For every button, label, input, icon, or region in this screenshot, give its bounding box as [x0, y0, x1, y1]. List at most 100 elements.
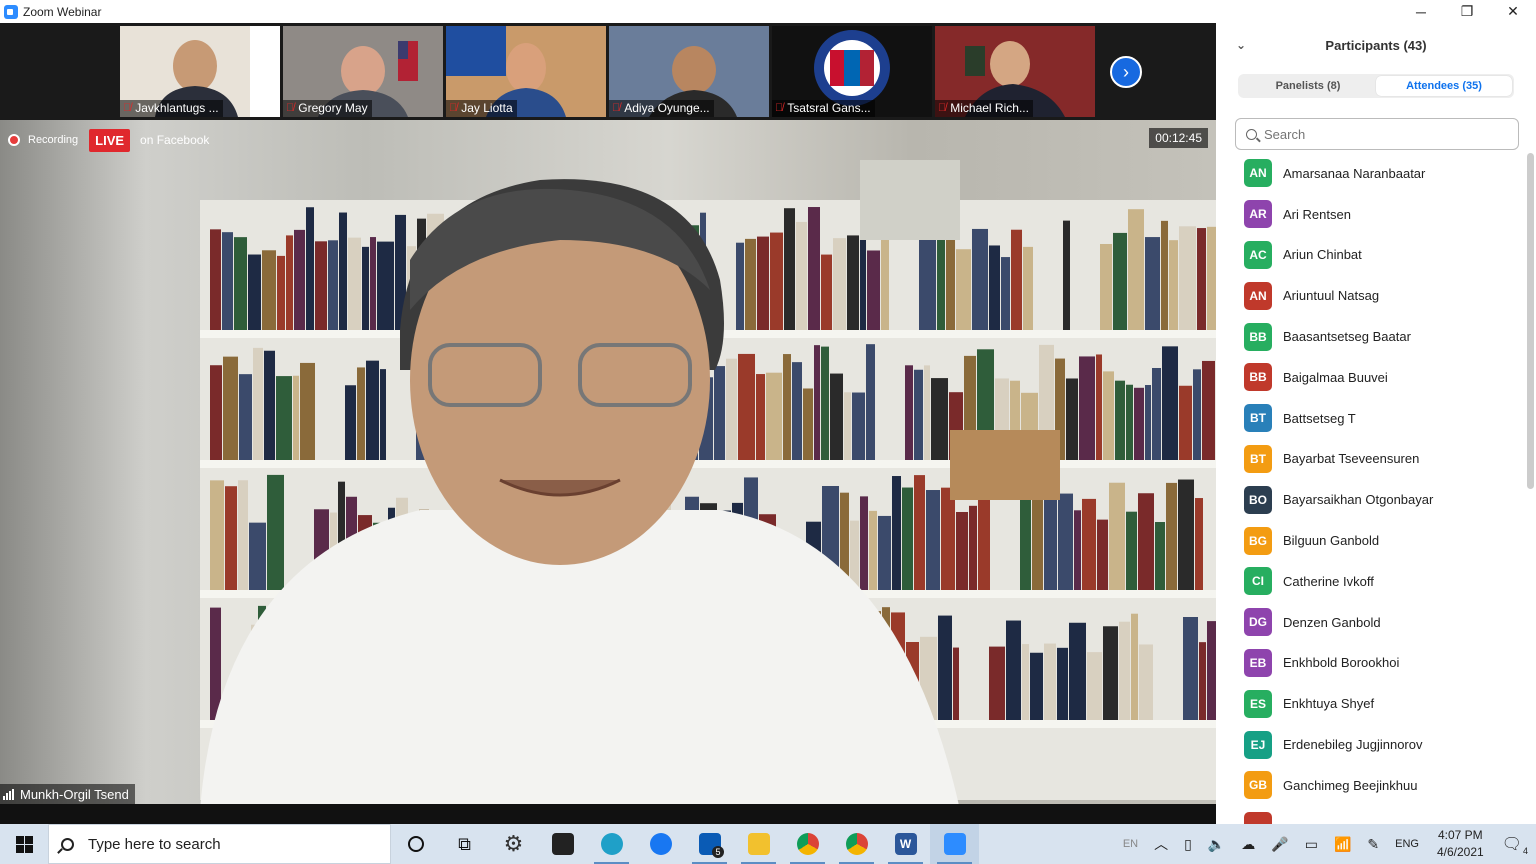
participant-name: Bayarsaikhan Otgonbayar [1283, 492, 1434, 508]
panelist-thumbnail[interactable]: 🎙̸ Jay Liotta [446, 26, 606, 117]
clock[interactable]: 4:07 PM 4/6/2021 [1437, 827, 1484, 861]
next-page-button[interactable]: › [1110, 56, 1142, 88]
zoom-button[interactable] [930, 824, 979, 864]
device-icon[interactable]: ▯ [1184, 836, 1192, 853]
list-item[interactable]: EB Enkhbold Borookhoi [1216, 643, 1526, 684]
microphone-icon[interactable]: 🎤 [1271, 836, 1288, 853]
avatar: AC [1244, 240, 1272, 269]
taskbar-search[interactable]: Type here to search [48, 824, 391, 864]
pen-icon[interactable]: ✎ [1367, 836, 1379, 853]
list-item[interactable]: BB Baasantsetseg Baatar [1216, 316, 1526, 357]
wifi-icon[interactable]: 📶 [1334, 836, 1351, 853]
lang-en[interactable]: EN [1123, 838, 1138, 850]
list-item[interactable]: AR Ari Rentsen [1216, 194, 1526, 235]
word-button[interactable]: W [881, 824, 930, 864]
participant-name: Baasantsetseg Baatar [1283, 329, 1411, 345]
notification-count: 4 [1522, 846, 1528, 856]
live-badge[interactable]: LIVE [89, 128, 131, 152]
list-item[interactable]: ES Enkhtuya Shyef [1216, 683, 1526, 724]
list-item[interactable]: GB Ganchimeg Beejinkhuu [1216, 765, 1526, 806]
chevron-up-icon[interactable]: ︿ [1154, 834, 1168, 854]
chrome-icon [796, 833, 819, 855]
participants-header: ⌄ Participants (43) [1216, 23, 1536, 68]
list-item[interactable]: BG Bilguun Ganbold [1216, 520, 1526, 561]
panelist-thumbnail[interactable]: 🎙̸ Javkhlantugs ... [120, 26, 280, 117]
settings-button[interactable]: ⚙ [489, 824, 538, 864]
tab-attendees[interactable]: Attendees (35) [1376, 76, 1512, 96]
mic-muted-icon: 🎙̸ [286, 102, 295, 114]
task-view-icon: ⧉ [458, 833, 471, 854]
panelist-thumbnail[interactable]: 🎙̸ Gregory May [283, 26, 443, 117]
gear-icon: ⚙ [503, 831, 524, 856]
list-item[interactable]: BO Bayarsaikhan Otgonbayar [1216, 479, 1526, 520]
participant-name: Catherine Ivkoff [1283, 573, 1374, 589]
chrome-profile-button[interactable] [832, 824, 881, 864]
start-button[interactable] [0, 824, 48, 864]
live-platform: on Facebook [140, 133, 210, 147]
recording-bar: Recording LIVE on Facebook [8, 128, 209, 152]
mail-button[interactable]: 5 [685, 824, 734, 864]
battery-icon[interactable]: ▭ [1305, 836, 1318, 853]
restore-button[interactable]: ❐ [1444, 0, 1490, 23]
participants-panel: ⌄ Participants (43) Panelists (8) Attend… [1216, 23, 1536, 824]
messenger-button[interactable] [636, 824, 685, 864]
taskbar-search-placeholder: Type here to search [88, 835, 221, 853]
panelist-name: Gregory May [298, 101, 368, 115]
participant-name: Ariuntuul Natsag [1283, 288, 1380, 304]
panelist-thumbnail[interactable]: 🎙̸ Michael Rich... [935, 26, 1095, 117]
scrollbar[interactable] [1527, 153, 1534, 489]
panelist-name: Michael Rich... [950, 101, 1029, 115]
participant-name: Erdenebileg Jugjinnorov [1283, 737, 1423, 753]
chevron-down-icon[interactable]: ⌄ [1236, 38, 1246, 52]
mic-muted-icon: 🎙̸ [612, 102, 621, 114]
mic-muted-icon: 🎙̸ [775, 102, 784, 114]
store-button[interactable] [538, 824, 587, 864]
list-item[interactable]: DG Denzen Ganbold [1216, 602, 1526, 643]
file-explorer-button[interactable] [734, 824, 783, 864]
list-item[interactable]: AC Ariun Chinbat [1216, 235, 1526, 276]
chrome-button[interactable] [783, 824, 832, 864]
avatar: BT [1244, 444, 1272, 473]
mail-badge: 5 [712, 846, 724, 858]
list-item[interactable] [1216, 806, 1526, 824]
participant-name: Ari Rentsen [1283, 206, 1351, 222]
list-item[interactable]: BT Bayarbat Tseveensuren [1216, 439, 1526, 480]
close-button[interactable]: ✕ [1490, 0, 1536, 23]
speaker-name: Munkh-Orgil Tsend [20, 786, 129, 802]
minimize-button[interactable]: ─ [1398, 0, 1444, 23]
avatar: EB [1244, 648, 1272, 677]
list-item[interactable]: AN Ariuntuul Natsag [1216, 275, 1526, 316]
tab-panelists[interactable]: Panelists (8) [1240, 76, 1376, 96]
cortana-button[interactable] [391, 824, 440, 864]
panelist-thumbnail[interactable]: 🎙̸ Adiya Oyunge... [609, 26, 769, 117]
participant-name: Baigalmaa Buuvei [1283, 369, 1388, 385]
list-item[interactable]: EJ Erdenebileg Jugjinnorov [1216, 724, 1526, 765]
cloud-icon[interactable]: ☁ [1241, 836, 1255, 853]
participant-name: Denzen Ganbold [1283, 614, 1381, 630]
mic-muted-icon: 🎙̸ [938, 102, 947, 114]
avatar: BO [1244, 485, 1272, 514]
participant-list: AN Amarsanaa Naranbaatar AR Ari Rentsen AC Ar… [1216, 153, 1526, 824]
search-icon [1246, 128, 1257, 140]
list-item[interactable]: BB Baigalmaa Buuvei [1216, 357, 1526, 398]
cortana-icon [407, 836, 424, 852]
avatar: AN [1244, 159, 1272, 188]
avatar: AR [1244, 200, 1272, 229]
notification-icon[interactable]: 🗨 4 [1502, 834, 1528, 856]
edge-button[interactable] [587, 824, 636, 864]
avatar: EJ [1244, 730, 1272, 759]
panelist-thumbnail[interactable]: 🎙̸ Tsatsral Gans... [772, 26, 932, 117]
elapsed-timer: 00:12:45 [1149, 128, 1208, 148]
participant-name: Amarsanaa Naranbaatar [1283, 165, 1426, 181]
search-input[interactable] [1264, 126, 1484, 142]
participant-search[interactable] [1235, 118, 1519, 150]
task-view-button[interactable]: ⧉ [440, 824, 489, 864]
list-item[interactable]: CI Catherine Ivkoff [1216, 561, 1526, 602]
volume-icon[interactable]: 🔈 [1208, 836, 1225, 853]
active-speaker-label: Munkh-Orgil Tsend [0, 784, 135, 804]
input-language[interactable]: ENG [1395, 838, 1419, 850]
panelist-name: Jay Liotta [461, 101, 513, 115]
list-item[interactable]: BT Battsetseg T [1216, 398, 1526, 439]
list-item[interactable]: AN Amarsanaa Naranbaatar [1216, 153, 1526, 194]
search-icon [61, 837, 74, 851]
